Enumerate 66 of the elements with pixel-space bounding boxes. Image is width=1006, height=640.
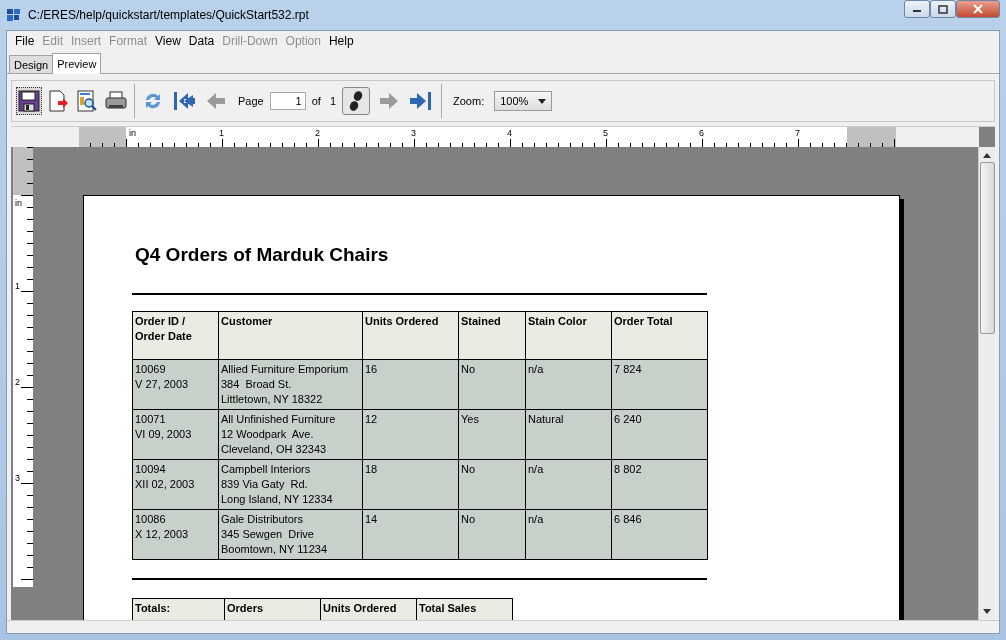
column-header: Units Ordered xyxy=(362,311,459,360)
maximize-icon xyxy=(938,4,948,14)
maximize-button[interactable] xyxy=(930,0,956,18)
table-cell: 7 824 xyxy=(611,359,708,410)
document-magnifier-icon xyxy=(76,90,98,112)
table-cell: Natural xyxy=(525,409,612,460)
vertical-scrollbar[interactable] xyxy=(978,147,995,620)
save-button[interactable] xyxy=(16,87,42,115)
vertical-ruler: in 1 2 3 xyxy=(13,147,33,587)
table-cell: Yes xyxy=(458,409,526,460)
page-number-field[interactable]: 1 xyxy=(269,92,306,110)
scroll-down-icon xyxy=(983,609,991,614)
menu-item[interactable]: View xyxy=(151,34,185,48)
column-header: Orders xyxy=(224,598,321,620)
column-header: Total Sales xyxy=(416,598,513,620)
page-arrow-icon xyxy=(47,90,69,112)
column-header: Order Total xyxy=(611,311,708,360)
table-cell: 16 xyxy=(362,359,459,410)
of-label: of xyxy=(311,95,321,107)
table-cell: No xyxy=(458,359,526,410)
menu-item[interactable]: Help xyxy=(324,34,358,48)
scroll-up-icon xyxy=(983,153,991,158)
table-cell: n/a xyxy=(525,459,612,510)
column-header: Stain Color xyxy=(525,311,612,360)
column-header: Stained xyxy=(458,311,526,360)
table-cell: n/a xyxy=(525,509,612,560)
page-count: 1 xyxy=(329,95,336,107)
app-icon xyxy=(6,7,22,23)
table-cell: 10086 X 12, 2003 xyxy=(132,509,219,560)
table-cell: Allied Furniture Emporium 384 Broad St. Littletown, NY 18322 xyxy=(218,359,363,410)
table-cell: 14 xyxy=(362,509,459,560)
printer-icon xyxy=(105,90,127,112)
tab[interactable]: Design xyxy=(9,55,54,73)
horizontal-ruler: in 1 2 3 4 5 6 7 xyxy=(79,127,896,147)
table-cell: All Unfinished Furniture 12 Woodpark Ave. Cleveland, OH 32343 xyxy=(218,409,363,460)
go-to-page-button[interactable] xyxy=(342,87,370,115)
table-cell: 18 xyxy=(362,459,459,510)
table-cell: No xyxy=(458,509,526,560)
zoom-label: Zoom: xyxy=(453,95,485,107)
table-cell: 6 846 xyxy=(611,509,708,560)
close-button[interactable] xyxy=(956,0,1000,18)
menu-item[interactable]: File xyxy=(11,34,39,48)
table-cell: 8 802 xyxy=(611,459,708,510)
table-cell: Gale Distributors 345 Sewgen Drive Boomtown, NY 11234 xyxy=(218,509,363,560)
caret-icon xyxy=(538,98,547,104)
table-cell: 10071 VI 09, 2003 xyxy=(132,409,219,460)
column-header: Units Ordered xyxy=(320,598,417,620)
table-cell: 12 xyxy=(362,409,459,460)
column-header: Order ID / Order Date xyxy=(132,311,219,360)
tab[interactable]: Preview xyxy=(52,53,102,74)
table-cell: Campbell Interiors 839 Via Gaty Rd. Long Island, NY 12334 xyxy=(218,459,363,510)
report-title: Q4 Orders of Marduk Chairs xyxy=(135,244,390,266)
page-label: Page xyxy=(238,95,264,107)
table-cell: n/a xyxy=(525,359,612,410)
window-title: C:/ERES/help/quickstart/templates/QuickStart532.rpt xyxy=(28,8,309,22)
table-cell: 6 240 xyxy=(611,409,708,460)
table-cell: 10094 XII 02, 2003 xyxy=(132,459,219,510)
table-cell: No xyxy=(458,459,526,510)
menu-item[interactable]: Data xyxy=(184,34,219,48)
column-header: Totals: xyxy=(132,598,225,620)
table-cell: 10069 V 27, 2003 xyxy=(132,359,219,410)
minimize-button[interactable] xyxy=(904,0,930,18)
close-icon xyxy=(973,4,983,14)
zoom-dropdown[interactable]: 100% xyxy=(494,91,553,111)
footprints-icon xyxy=(347,90,365,112)
column-header: Customer xyxy=(218,311,363,360)
